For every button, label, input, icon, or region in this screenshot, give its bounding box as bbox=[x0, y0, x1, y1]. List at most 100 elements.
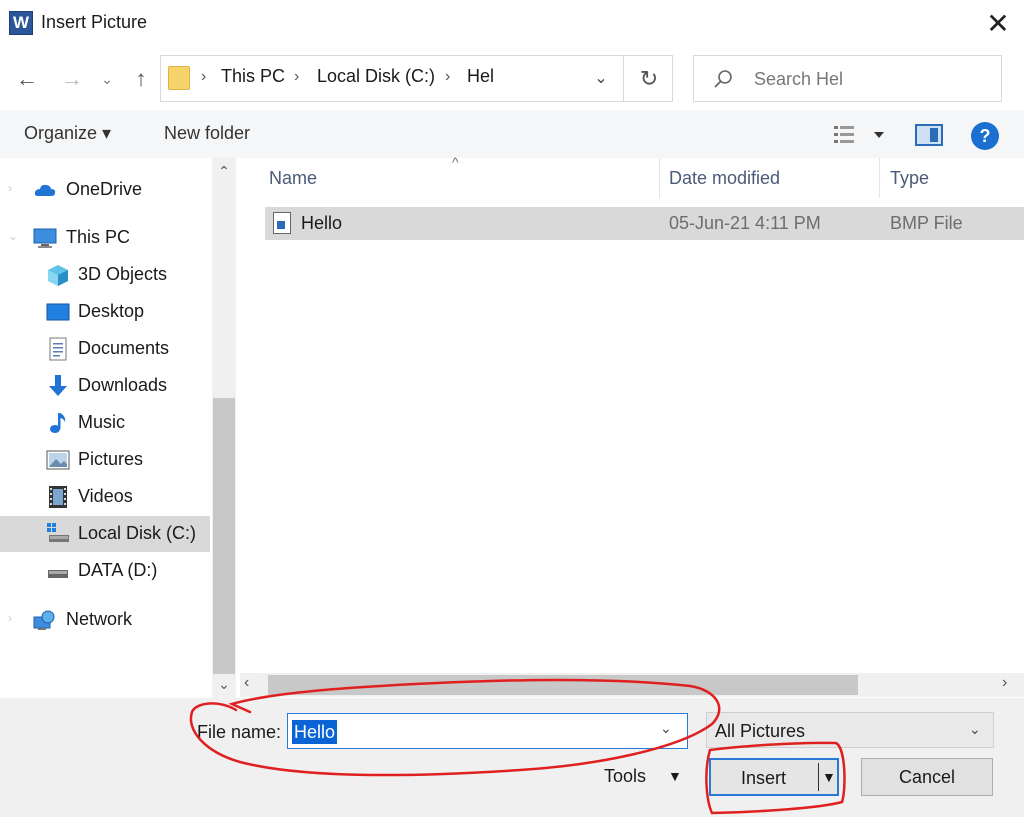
column-header-type[interactable]: Type bbox=[890, 168, 929, 189]
nav-item-label: DATA (D:) bbox=[78, 560, 158, 580]
cube-icon bbox=[48, 265, 68, 286]
breadcrumb-this-pc[interactable]: This PC bbox=[221, 66, 285, 87]
nav-item-local-disk-c[interactable]: Local Disk (C:) bbox=[0, 516, 210, 552]
nav-item-onedrive[interactable]: › OneDrive bbox=[0, 172, 210, 208]
nav-scrollbar-thumb[interactable] bbox=[213, 398, 235, 674]
breadcrumb-local-disk[interactable]: Local Disk (C:) bbox=[317, 66, 435, 87]
chevron-down-icon[interactable]: ⌄ bbox=[586, 64, 616, 94]
cancel-button-label: Cancel bbox=[898, 767, 956, 787]
column-divider[interactable] bbox=[659, 158, 660, 198]
column-divider[interactable] bbox=[879, 158, 880, 198]
search-box[interactable] bbox=[693, 55, 1002, 102]
nav-item-label: Network bbox=[66, 609, 133, 629]
expand-icon[interactable]: › bbox=[8, 611, 12, 625]
title-bar: W Insert Picture ✕ bbox=[0, 0, 1024, 48]
file-name-label: File name: bbox=[197, 722, 282, 742]
word-app-icon: W bbox=[9, 11, 33, 35]
breadcrumb-separator: › bbox=[445, 68, 451, 85]
search-input[interactable] bbox=[754, 66, 984, 92]
split-divider bbox=[818, 763, 819, 791]
expand-icon[interactable]: › bbox=[8, 181, 12, 195]
organize-button[interactable]: Organize ▾ bbox=[24, 123, 111, 144]
nav-item-label: Videos bbox=[78, 486, 133, 506]
cloud-icon bbox=[34, 184, 56, 196]
close-button[interactable]: ✕ bbox=[976, 4, 1020, 44]
nav-item-videos[interactable]: Videos bbox=[0, 479, 210, 515]
breadcrumb-hel[interactable]: Hel bbox=[467, 66, 494, 87]
file-row-hello[interactable]: Hello 05-Jun-21 4:11 PM BMP File bbox=[265, 207, 1024, 240]
column-header-name[interactable]: Name bbox=[269, 168, 317, 189]
drive-icon bbox=[47, 523, 69, 542]
insert-button[interactable]: Insert ▼ bbox=[709, 758, 839, 796]
file-name-selected-text: Hello bbox=[292, 720, 338, 744]
navigation-pane: › OneDrive ⌄ This PC 3D Objects Desktop … bbox=[0, 158, 237, 698]
file-type-select[interactable]: All Pictures ⌄ bbox=[706, 712, 994, 748]
address-bar[interactable]: › This PC › Local Disk (C:) › Hel ⌄ ↻ bbox=[160, 55, 673, 102]
video-icon bbox=[49, 486, 67, 508]
computer-icon bbox=[33, 228, 57, 248]
nav-item-pictures[interactable]: Pictures bbox=[0, 442, 210, 478]
desktop-icon bbox=[46, 303, 70, 321]
nav-item-label: This PC bbox=[66, 227, 131, 247]
nav-item-desktop[interactable]: Desktop bbox=[0, 294, 210, 330]
help-button[interactable]: ? bbox=[971, 122, 999, 150]
nav-item-label: Desktop bbox=[78, 301, 145, 321]
divider bbox=[623, 56, 624, 101]
nav-item-data-d[interactable]: DATA (D:) bbox=[0, 553, 210, 589]
nav-item-label: Downloads bbox=[78, 375, 168, 395]
file-date-modified: 05-Jun-21 4:11 PM bbox=[669, 213, 821, 233]
scroll-right-icon[interactable]: › bbox=[1002, 674, 1007, 692]
change-view-icon[interactable] bbox=[832, 122, 888, 148]
back-button[interactable]: ← bbox=[10, 60, 44, 98]
file-name: Hello bbox=[301, 213, 343, 233]
chevron-down-icon[interactable]: ⌄ bbox=[969, 721, 981, 738]
file-type-value: All Pictures bbox=[715, 721, 806, 741]
refresh-button[interactable]: ↻ bbox=[631, 64, 667, 94]
column-header-date-modified[interactable]: Date modified bbox=[669, 168, 780, 189]
scroll-left-icon[interactable]: ‹ bbox=[244, 674, 249, 692]
cancel-button[interactable]: Cancel bbox=[861, 758, 993, 796]
nav-item-label: Documents bbox=[78, 338, 170, 358]
insert-button-label: Insert bbox=[741, 768, 787, 788]
nav-item-downloads[interactable]: Downloads bbox=[0, 368, 210, 404]
command-bar: Organize ▾ New folder ? bbox=[0, 110, 1024, 158]
file-list: ^ Name Date modified Type Hello 05-Jun-2… bbox=[238, 154, 1024, 698]
nav-item-music[interactable]: Music bbox=[0, 405, 210, 441]
chevron-down-icon[interactable]: ⌄ bbox=[660, 720, 672, 737]
nav-item-documents[interactable]: Documents bbox=[0, 331, 210, 367]
nav-item-this-pc[interactable]: ⌄ This PC bbox=[0, 220, 210, 256]
nav-item-label: Pictures bbox=[78, 449, 144, 469]
picture-icon bbox=[46, 450, 70, 470]
collapse-icon[interactable]: ⌄ bbox=[8, 229, 18, 243]
nav-item-3d-objects[interactable]: 3D Objects bbox=[0, 257, 210, 293]
scroll-up-icon[interactable]: ⌃ bbox=[212, 163, 236, 183]
forward-button[interactable]: → bbox=[55, 60, 89, 98]
horizontal-scrollbar-thumb[interactable] bbox=[268, 675, 858, 695]
bmp-file-icon bbox=[273, 212, 291, 234]
sort-ascending-icon: ^ bbox=[452, 154, 459, 170]
network-icon bbox=[33, 610, 55, 630]
folder-icon bbox=[168, 66, 190, 90]
tools-button[interactable]: Tools bbox=[604, 766, 646, 787]
nav-item-label: Local Disk (C:) bbox=[78, 523, 197, 543]
up-button[interactable]: ↑ bbox=[124, 60, 158, 98]
new-folder-button[interactable]: New folder bbox=[164, 123, 250, 144]
window-title: Insert Picture bbox=[41, 12, 148, 32]
file-name-combobox[interactable]: Hello ⌄ bbox=[287, 713, 688, 749]
nav-item-label: Music bbox=[78, 412, 126, 432]
document-icon bbox=[49, 337, 67, 361]
recent-locations-button[interactable]: ⌄ bbox=[92, 60, 122, 98]
tools-dropdown-icon[interactable]: ▼ bbox=[668, 768, 682, 784]
insert-options-dropdown-icon[interactable]: ▼ bbox=[822, 769, 836, 785]
nav-item-label: OneDrive bbox=[66, 179, 143, 199]
file-name-input[interactable] bbox=[292, 719, 652, 745]
preview-pane-icon[interactable] bbox=[915, 124, 943, 146]
nav-item-network[interactable]: › Network bbox=[0, 602, 210, 638]
nav-item-label: 3D Objects bbox=[78, 264, 168, 284]
music-icon bbox=[50, 413, 66, 433]
scroll-down-icon[interactable]: ⌄ bbox=[212, 676, 236, 696]
download-icon bbox=[49, 375, 67, 396]
breadcrumb-separator: › bbox=[201, 68, 207, 85]
file-type: BMP File bbox=[890, 213, 963, 233]
drive-icon bbox=[48, 570, 68, 578]
